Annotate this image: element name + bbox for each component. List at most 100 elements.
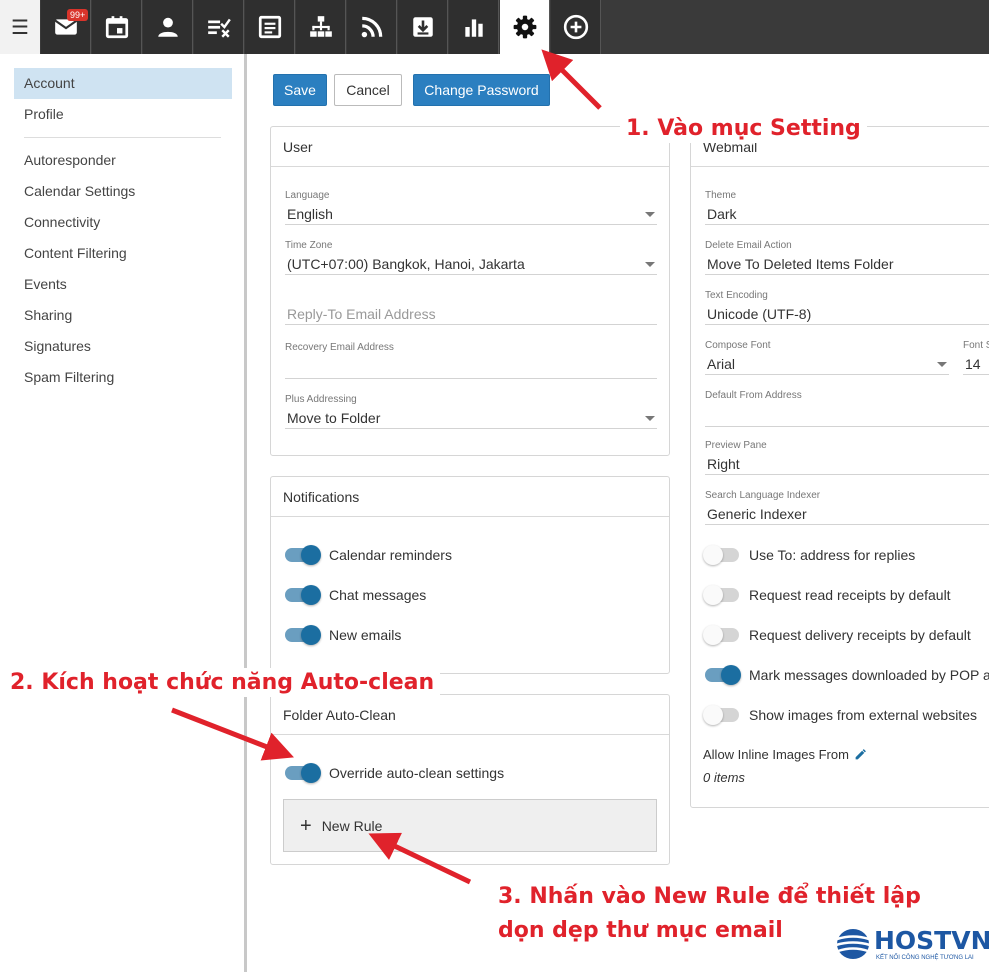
text-encoding-field[interactable]: Text Encoding Unicode (UTF-8) (705, 289, 989, 325)
preview-pane-field[interactable]: Preview Pane Right (705, 439, 989, 475)
sidebar-item-signatures[interactable]: Signatures (14, 331, 232, 362)
calendar-nav-button[interactable] (92, 0, 142, 54)
chevron-down-icon (937, 362, 947, 367)
menu-icon[interactable]: ☰ (0, 0, 40, 54)
toggle-switch[interactable] (703, 705, 739, 725)
settings-nav-button[interactable] (500, 0, 550, 54)
font-size-label: Font S (963, 340, 989, 351)
contacts-icon (157, 17, 178, 37)
logo-name: HOSTVN (874, 926, 989, 955)
theme-field[interactable]: Theme Dark (705, 189, 989, 225)
toggle-switch[interactable] (285, 625, 321, 645)
plus-addressing-select[interactable]: Move to Folder (285, 407, 657, 429)
sidebar-item-account[interactable]: Account (14, 68, 232, 99)
toggle-switch[interactable] (703, 625, 739, 645)
indexer-select[interactable]: Generic Indexer (705, 503, 989, 525)
toggle-label: Show images from external websites (749, 707, 977, 723)
theme-select[interactable]: Dark (705, 203, 989, 225)
cancel-button[interactable]: Cancel (334, 74, 402, 106)
toggle-label: New emails (329, 627, 402, 643)
toggle-override-autoclean[interactable]: Override auto-clean settings (285, 763, 505, 783)
add-nav-button[interactable] (551, 0, 601, 54)
change-password-button[interactable]: Change Password (413, 74, 550, 106)
toggle-external-images[interactable]: Show images from external websites (703, 705, 977, 725)
toggle-switch[interactable] (703, 545, 739, 565)
mail-nav-button[interactable]: 99+ (41, 0, 91, 54)
language-select[interactable]: English (285, 203, 657, 225)
save-button[interactable]: Save (273, 74, 327, 106)
toggle-label: Use To: address for replies (749, 547, 916, 563)
toggle-new-emails[interactable]: New emails (285, 625, 402, 645)
edit-pencil-icon[interactable] (854, 748, 867, 761)
toggle-switch[interactable] (285, 545, 321, 565)
toggle-label: Request delivery receipts by default (749, 627, 971, 643)
sidebar-item-connectivity[interactable]: Connectivity (14, 207, 232, 238)
new-rule-button[interactable]: + New Rule (283, 799, 657, 852)
preview-pane-label: Preview Pane (705, 440, 767, 451)
recovery-email-input[interactable] (285, 355, 657, 379)
sidebar-item-spam-filtering[interactable]: Spam Filtering (14, 362, 232, 393)
contacts-nav-button[interactable] (143, 0, 193, 54)
download-nav-button[interactable] (398, 0, 448, 54)
recovery-email-field[interactable]: Recovery Email Address (285, 341, 657, 379)
toggle-switch[interactable] (703, 585, 739, 605)
default-from-field[interactable]: Default From Address (705, 389, 989, 427)
theme-label: Theme (705, 190, 737, 201)
text-encoding-select[interactable]: Unicode (UTF-8) (705, 303, 989, 325)
toggle-mark-pop-downloaded[interactable]: Mark messages downloaded by POP as (705, 665, 989, 685)
default-from-input[interactable] (705, 403, 989, 427)
plus-addressing-field[interactable]: Plus Addressing Move to Folder (285, 393, 657, 429)
language-field[interactable]: Language English (285, 189, 657, 225)
toggle-switch[interactable] (705, 665, 741, 685)
reports-nav-button[interactable] (449, 0, 499, 54)
toggle-label: Override auto-clean settings (329, 765, 505, 781)
sidebar-item-calendar-settings[interactable]: Calendar Settings (14, 176, 232, 207)
toggle-label: Chat messages (329, 587, 427, 603)
delete-action-label: Delete Email Action (705, 240, 792, 251)
toggle-switch[interactable] (285, 585, 321, 605)
timezone-select[interactable]: (UTC+07:00) Bangkok, Hanoi, Jakarta (285, 253, 657, 275)
inline-images-label: Allow Inline Images From (703, 747, 849, 762)
chevron-down-icon (645, 416, 655, 421)
sitemap-nav-button[interactable] (296, 0, 346, 54)
notes-nav-button[interactable] (245, 0, 295, 54)
compose-font-select[interactable]: Arial (705, 353, 949, 375)
sidebar-item-autoresponder[interactable]: Autoresponder (14, 145, 232, 176)
toggle-use-to-address[interactable]: Use To: address for replies (703, 545, 916, 565)
preview-pane-select[interactable]: Right (705, 453, 989, 475)
compose-font-field[interactable]: Compose Font Arial (705, 339, 949, 375)
toggle-delivery-receipts[interactable]: Request delivery receipts by default (703, 625, 971, 645)
webmail-card: Webmail Theme Dark Delete Email Action M… (690, 126, 989, 808)
timezone-label: Time Zone (285, 240, 333, 251)
download-icon (412, 17, 433, 37)
recovery-email-label: Recovery Email Address (285, 342, 394, 353)
font-size-select[interactable]: 14 (963, 353, 989, 375)
logo-tagline: KẾT NỐI CÔNG NGHỆ TƯƠNG LAI (876, 955, 974, 961)
sidebar-item-content-filtering[interactable]: Content Filtering (14, 238, 232, 269)
reply-to-field[interactable]: Reply-To Email Address (285, 303, 657, 325)
reports-icon (464, 19, 483, 37)
toggle-chat-messages[interactable]: Chat messages (285, 585, 427, 605)
hostvn-logo: HOSTVN KẾT NỐI CÔNG NGHỆ TƯƠNG LAI (832, 922, 989, 970)
notifications-card-title: Notifications (271, 477, 669, 517)
sidebar-item-events[interactable]: Events (14, 269, 232, 300)
toggle-switch[interactable] (285, 763, 321, 783)
rss-nav-button[interactable] (347, 0, 397, 54)
unread-badge: 99+ (67, 9, 89, 21)
indexer-field[interactable]: Search Language Indexer Generic Indexer (705, 489, 989, 525)
toggle-read-receipts[interactable]: Request read receipts by default (703, 585, 951, 605)
sidebar-item-sharing[interactable]: Sharing (14, 300, 232, 331)
font-size-field[interactable]: Font S 14 (963, 339, 989, 375)
reply-to-input[interactable]: Reply-To Email Address (285, 303, 657, 325)
toggle-label: Request read receipts by default (749, 587, 951, 603)
default-from-label: Default From Address (705, 390, 802, 401)
tasks-nav-button[interactable] (194, 0, 244, 54)
indexer-label: Search Language Indexer (705, 490, 821, 501)
notifications-card: Notifications Calendar reminders Chat me… (270, 476, 670, 674)
delete-action-select[interactable]: Move To Deleted Items Folder (705, 253, 989, 275)
toggle-calendar-reminders[interactable]: Calendar reminders (285, 545, 452, 565)
sidebar-item-profile[interactable]: Profile (14, 99, 232, 130)
delete-action-field[interactable]: Delete Email Action Move To Deleted Item… (705, 239, 989, 275)
inline-images-row[interactable]: Allow Inline Images From (703, 747, 867, 762)
timezone-field[interactable]: Time Zone (UTC+07:00) Bangkok, Hanoi, Ja… (285, 239, 657, 275)
